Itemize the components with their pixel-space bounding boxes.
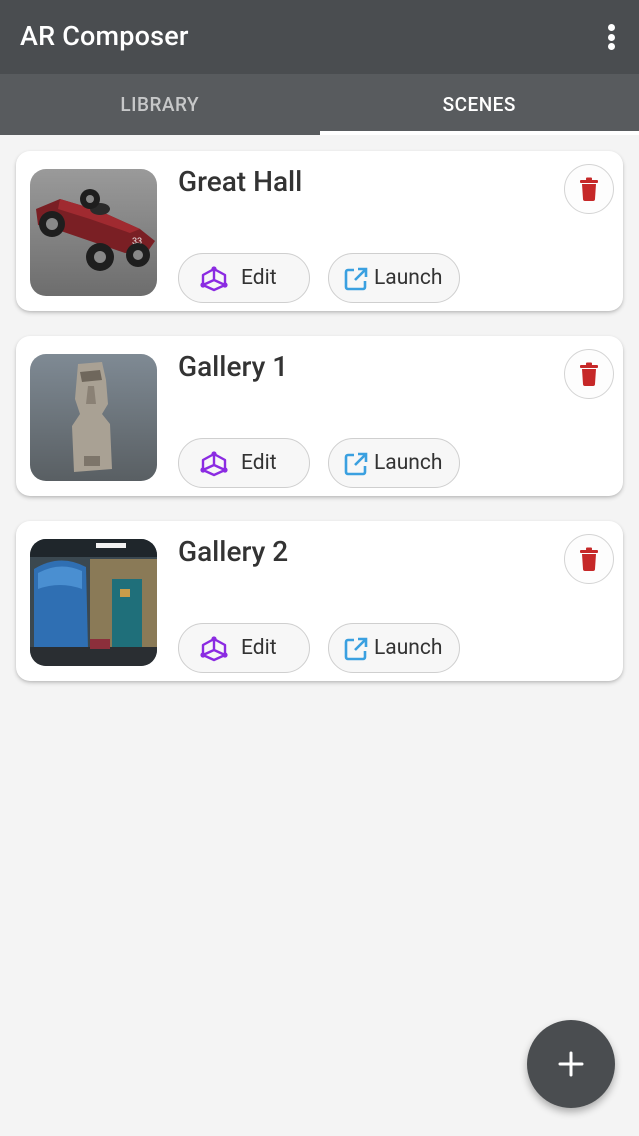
edit-label: Edit: [241, 636, 277, 660]
app-bar: AR Composer: [0, 0, 639, 74]
delete-button[interactable]: [564, 164, 614, 214]
launch-button[interactable]: Launch: [328, 253, 460, 303]
more-vert-icon[interactable]: [601, 20, 621, 54]
edit-label: Edit: [241, 451, 277, 475]
launch-label: Launch: [374, 451, 443, 475]
launch-button[interactable]: Launch: [328, 438, 460, 488]
scene-title: Great Hall: [178, 165, 303, 198]
trash-icon: [580, 547, 598, 571]
trash-icon: [580, 177, 598, 201]
tab-bar: LIBRARY SCENES: [0, 74, 639, 135]
delete-button[interactable]: [564, 534, 614, 584]
cube-icon: [199, 265, 229, 293]
edit-label: Edit: [241, 266, 277, 290]
open-external-icon: [341, 635, 371, 663]
scene-thumbnail[interactable]: [30, 539, 157, 666]
scene-list: 33 Great Hall Edit Launch Gallery 1 Edit…: [16, 151, 623, 706]
scene-thumbnail[interactable]: 33: [30, 169, 157, 296]
delete-button[interactable]: [564, 349, 614, 399]
cube-icon: [199, 635, 229, 663]
scene-card: Gallery 1 Edit Launch: [16, 336, 623, 496]
edit-button[interactable]: Edit: [178, 623, 310, 673]
app-title: AR Composer: [20, 20, 189, 52]
edit-button[interactable]: Edit: [178, 253, 310, 303]
launch-label: Launch: [374, 266, 443, 290]
trash-icon: [580, 362, 598, 386]
scene-thumbnail[interactable]: [30, 354, 157, 481]
tab-scenes[interactable]: SCENES: [319, 74, 639, 135]
open-external-icon: [341, 265, 371, 293]
launch-label: Launch: [374, 636, 443, 660]
tab-library[interactable]: LIBRARY: [0, 74, 320, 135]
launch-button[interactable]: Launch: [328, 623, 460, 673]
cube-icon: [199, 450, 229, 478]
edit-button[interactable]: Edit: [178, 438, 310, 488]
add-scene-button[interactable]: [527, 1020, 615, 1108]
scene-title: Gallery 1: [178, 350, 289, 383]
scene-title: Gallery 2: [178, 535, 289, 568]
plus-icon: [558, 1051, 584, 1077]
scene-card: 33 Great Hall Edit Launch: [16, 151, 623, 311]
open-external-icon: [341, 450, 371, 478]
scene-card: Gallery 2 Edit Launch: [16, 521, 623, 681]
